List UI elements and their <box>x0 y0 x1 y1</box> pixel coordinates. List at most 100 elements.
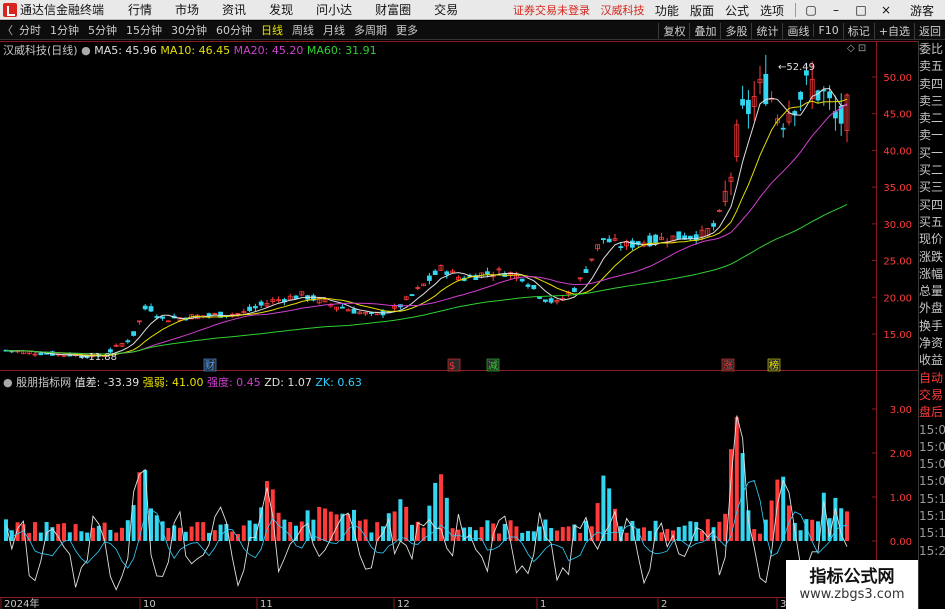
tab-daily[interactable]: 日线 <box>261 22 283 38</box>
indicator-legend: ● 殷朋指标网 值差: -33.39 强弱: 41.00 强度: 0.45 ZD… <box>3 374 362 390</box>
side-item[interactable]: 15:06 <box>919 456 945 473</box>
menu-function[interactable]: 功能 <box>655 2 679 19</box>
ma10-line <box>5 98 848 357</box>
side-item[interactable]: 现价 <box>919 231 945 248</box>
price-tick-label: 30.00 <box>883 220 912 231</box>
side-item[interactable]: 外盘 <box>919 300 945 317</box>
indicator-bar <box>845 511 849 541</box>
menu-ask[interactable]: 问小达 <box>316 1 352 18</box>
side-item[interactable]: 卖四 <box>919 76 945 93</box>
menu-news[interactable]: 资讯 <box>222 1 246 18</box>
indicator-bar <box>688 521 693 541</box>
side-item[interactable]: 涨跌 <box>919 249 945 266</box>
tab-multi-period[interactable]: 多周期 <box>354 22 387 38</box>
tab-30min[interactable]: 30分钟 <box>171 22 207 38</box>
candle-body <box>537 297 542 299</box>
x-axis-label: 10 <box>143 599 156 609</box>
restore-window-icon[interactable]: ▢ <box>804 3 818 17</box>
candle-body <box>142 305 148 310</box>
side-item[interactable]: 买五 <box>919 214 945 231</box>
indicator-bar <box>189 526 194 541</box>
chart-area[interactable]: 50.00 45.00 40.00 35.00 30.00 25.00 20.00 15.00… <box>0 41 918 609</box>
settings-dot-icon[interactable]: ● <box>81 44 91 57</box>
tab-60min[interactable]: 60分钟 <box>216 22 252 38</box>
btn-overlay[interactable]: 叠加 <box>689 22 720 39</box>
side-item[interactable]: 交易 <box>919 387 945 404</box>
side-item[interactable]: 卖五 <box>919 58 945 75</box>
indicator-bar <box>502 523 507 541</box>
side-item[interactable]: 买二 <box>919 162 945 179</box>
side-item[interactable]: 买四 <box>919 197 945 214</box>
high-price-label: ←52.49 <box>778 62 815 73</box>
candle-body <box>676 231 682 240</box>
watermark-title: 指标公式网 <box>809 567 895 587</box>
menu-options[interactable]: 选项 <box>760 2 784 19</box>
menu-bar: 通达信金融终端 行情 市场 资讯 发现 问小达 财富圈 交易 证券交易未登录 汉… <box>0 0 945 20</box>
side-item[interactable]: 盘后 <box>919 404 945 421</box>
side-item[interactable]: 总量 <box>919 283 945 300</box>
site-watermark: 指标公式网 www.zbgs3.com <box>786 560 918 609</box>
trade-login-notice[interactable]: 证券交易未登录 汉威科技 <box>513 2 645 18</box>
minimize-icon[interactable]: – <box>829 3 843 17</box>
btn-statistics[interactable]: 统计 <box>751 22 782 39</box>
candle-body <box>711 223 716 227</box>
btn-adjust[interactable]: 复权 <box>658 22 689 39</box>
side-item[interactable]: 卖一 <box>919 127 945 144</box>
indicator-bar <box>317 506 322 541</box>
candle-body <box>746 99 751 114</box>
kline-chart[interactable]: 50.0045.0040.0035.0030.0025.0020.0015.00… <box>0 41 918 609</box>
btn-add-watchlist[interactable]: +自选 <box>873 22 914 39</box>
side-item[interactable]: 委比 <box>919 41 945 58</box>
side-item[interactable]: 15:25 <box>919 543 945 560</box>
guest-user[interactable]: 游客 <box>910 2 934 19</box>
close-icon[interactable]: × <box>879 3 893 17</box>
side-item[interactable]: 15:19 <box>919 525 945 542</box>
indicator-bar <box>120 527 124 541</box>
side-item[interactable]: 15:00 <box>919 422 945 439</box>
indicator-bar <box>595 503 600 541</box>
side-item[interactable]: 15:09 <box>919 473 945 490</box>
tab-more[interactable]: 更多 <box>396 22 418 38</box>
btn-return[interactable]: 返回 <box>914 22 945 39</box>
back-arrow-icon[interactable]: 〈 <box>2 22 13 38</box>
side-item[interactable]: 净资 <box>919 335 945 352</box>
ma60-label: MA60: 31.91 <box>306 44 377 57</box>
indicator-bar <box>305 510 310 541</box>
side-item[interactable]: 买一 <box>919 145 945 162</box>
tab-intraday[interactable]: 分时 <box>19 22 41 38</box>
side-item[interactable]: 自动 <box>919 370 945 387</box>
tab-monthly[interactable]: 月线 <box>323 22 345 38</box>
tab-1min[interactable]: 1分钟 <box>50 22 79 38</box>
side-item[interactable]: 15:13 <box>919 508 945 525</box>
side-item[interactable]: 15:11 <box>919 491 945 508</box>
tab-15min[interactable]: 15分钟 <box>126 22 162 38</box>
watermark-url: www.zbgs3.com <box>799 587 905 602</box>
menu-trade[interactable]: 交易 <box>434 1 458 18</box>
btn-f10[interactable]: F10 <box>813 24 842 37</box>
candle-body <box>247 306 253 311</box>
indicator-value-zk: ZK: 0.63 <box>315 376 362 389</box>
indicator-bar <box>311 519 316 541</box>
btn-multi-stock[interactable]: 多股 <box>720 22 751 39</box>
maximize-icon[interactable]: □ <box>854 3 868 17</box>
side-item[interactable]: 卖二 <box>919 110 945 127</box>
side-item[interactable]: 买三 <box>919 179 945 196</box>
side-item[interactable]: 收益 <box>919 352 945 369</box>
side-item[interactable]: 卖三 <box>919 93 945 110</box>
menu-market[interactable]: 市场 <box>175 1 199 18</box>
side-item[interactable]: 换手 <box>919 318 945 335</box>
menu-layout[interactable]: 版面 <box>690 2 714 19</box>
menu-market-quotes[interactable]: 行情 <box>128 1 152 18</box>
tab-weekly[interactable]: 周线 <box>292 22 314 38</box>
btn-draw-line[interactable]: 画线 <box>782 22 813 39</box>
indicator-bar <box>444 497 449 541</box>
side-item[interactable]: 15:03 <box>919 439 945 456</box>
menu-wealth[interactable]: 财富圈 <box>375 1 411 18</box>
menu-formula[interactable]: 公式 <box>725 2 749 19</box>
btn-mark[interactable]: 标记 <box>842 22 874 39</box>
panel-controls[interactable]: ◇ ⊡ <box>847 43 866 54</box>
tab-5min[interactable]: 5分钟 <box>88 22 117 38</box>
settings-dot-icon[interactable]: ● <box>3 376 13 389</box>
menu-discover[interactable]: 发现 <box>269 1 293 18</box>
side-item[interactable]: 涨幅 <box>919 266 945 283</box>
